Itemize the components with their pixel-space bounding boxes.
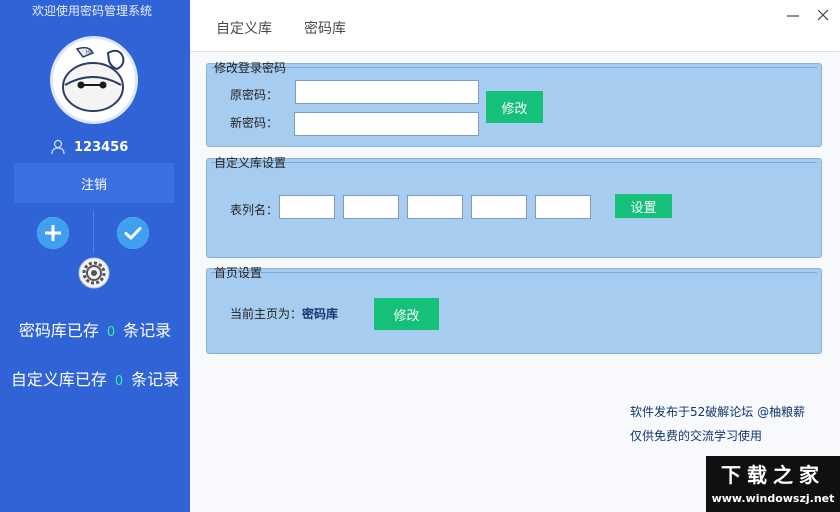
top-bar: 自定义库 密码库 <box>190 0 840 52</box>
usage-note: 仅供免费的交流学习使用 <box>630 429 763 443</box>
custom-lib-count: 0 <box>114 374 124 389</box>
login-password-panel: 修改登录密码 原密码： 新密码： 修改 <box>206 61 822 147</box>
current-homepage-label: 当前主页为： <box>230 307 303 321</box>
watermark-title: 下载之家 <box>721 463 825 487</box>
avatar[interactable]: Hi <box>50 36 138 124</box>
close-icon[interactable] <box>816 8 830 22</box>
column-name-input-3[interactable] <box>407 195 463 219</box>
old-password-label: 原密码： <box>230 88 279 102</box>
column-name-input-4[interactable] <box>471 195 527 219</box>
custom-lib-stat-prefix: 自定义库已存 <box>10 370 107 389</box>
panel-divider <box>211 162 817 163</box>
custom-lib-stat: 自定义库已存 0 条记录 <box>0 366 190 390</box>
user-icon <box>51 139 65 155</box>
sidebar: 欢迎使用密码管理系统 Hi 123456 注销 密码库已存 0 条记录 自定义库… <box>0 0 190 512</box>
user-row: 123456 <box>50 139 128 155</box>
add-icon <box>37 217 69 249</box>
watermark-url: www.windowszj.net <box>711 492 835 505</box>
minimize-icon[interactable] <box>786 8 800 22</box>
password-lib-stat: 密码库已存 0 条记录 <box>0 317 190 341</box>
app-title: 欢迎使用密码管理系统 <box>32 4 153 18</box>
new-password-input[interactable] <box>294 112 479 136</box>
column-name-input-5[interactable] <box>535 195 591 219</box>
custom-lib-settings-panel: 自定义库设置 表列名： 设置 <box>206 156 822 258</box>
custom-lib-stat-suffix: 条记录 <box>131 370 180 389</box>
panel-divider <box>211 67 817 68</box>
tab-password-lib[interactable]: 密码库 <box>304 18 346 38</box>
release-note: 软件发布于52破解论坛 @柚粮薪 <box>630 405 806 419</box>
column-name-input-1[interactable] <box>279 195 335 219</box>
login-panel-title: 修改登录密码 <box>214 61 287 75</box>
confirm-button[interactable] <box>117 217 149 249</box>
current-homepage-value: 密码库 <box>302 307 339 321</box>
add-button[interactable] <box>37 217 69 249</box>
homepage-settings-panel: 首页设置 当前主页为： 密码库 修改 <box>206 266 822 354</box>
password-lib-stat-prefix: 密码库已存 <box>18 321 99 340</box>
change-password-button[interactable]: 修改 <box>486 91 543 123</box>
new-password-label: 新密码： <box>230 116 279 130</box>
settings-button[interactable] <box>78 257 110 289</box>
password-lib-stat-suffix: 条记录 <box>123 321 172 340</box>
svg-text:Hi: Hi <box>86 50 91 56</box>
sidebar-divider <box>93 210 94 254</box>
home-panel-title: 首页设置 <box>214 266 263 280</box>
password-lib-count: 0 <box>106 325 116 340</box>
old-password-input[interactable] <box>295 80 479 104</box>
panel-divider <box>211 272 817 273</box>
set-columns-button[interactable]: 设置 <box>615 194 672 218</box>
logout-button[interactable]: 注销 <box>14 163 174 203</box>
change-homepage-button[interactable]: 修改 <box>374 298 439 330</box>
site-watermark: 下载之家 www.windowszj.net <box>706 456 840 512</box>
tab-custom-lib[interactable]: 自定义库 <box>216 18 272 38</box>
username: 123456 <box>74 139 129 155</box>
gear-icon <box>78 257 110 289</box>
custom-panel-title: 自定义库设置 <box>214 156 287 170</box>
column-name-input-2[interactable] <box>343 195 399 219</box>
column-names-label: 表列名： <box>230 203 279 217</box>
check-icon <box>117 217 149 249</box>
